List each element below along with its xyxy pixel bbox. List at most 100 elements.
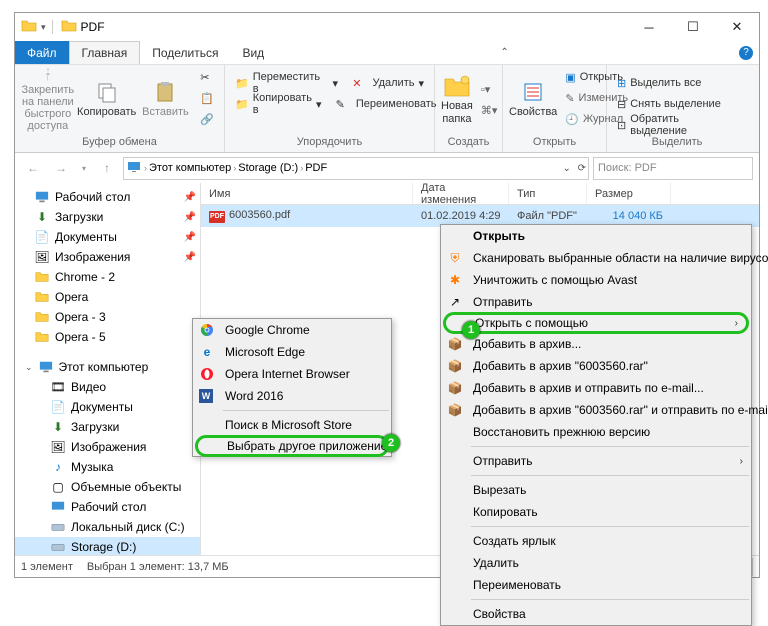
col-type[interactable]: Тип: [509, 183, 587, 204]
crumb-folder[interactable]: PDF: [305, 162, 327, 174]
invert-selection-button[interactable]: ⊡Обратить выделение: [613, 115, 741, 135]
tab-share[interactable]: Поделиться: [140, 41, 230, 64]
nav-pictures2[interactable]: 🖼Изображения: [15, 437, 200, 457]
titlebar: ▾ PDF ─ ☐ ✕: [15, 13, 759, 41]
file-name: 6003560.pdf: [229, 209, 290, 221]
ctx-send-to[interactable]: Отправить›: [441, 450, 751, 472]
nav-music[interactable]: ♪Музыка: [15, 457, 200, 477]
easy-access-button[interactable]: ⌘▾: [477, 100, 502, 120]
ctx-archive-rar-email[interactable]: 📦Добавить в архив "6003560.rar" и отправ…: [441, 399, 751, 421]
chevron-right-icon: ›: [735, 318, 738, 329]
nav-3d-objects[interactable]: ▢Объемные объекты: [15, 477, 200, 497]
ctx-share[interactable]: ↗Отправить: [441, 291, 751, 313]
nav-videos[interactable]: 🎞Видео: [15, 377, 200, 397]
ctx-open-with[interactable]: Открыть с помощью›: [443, 312, 749, 334]
new-item-button[interactable]: ▫▾: [477, 79, 502, 99]
ctx-avast[interactable]: ✱Уничтожить с помощью Avast: [441, 269, 751, 291]
ctx-opera[interactable]: Opera Internet Browser: [193, 363, 391, 385]
ctx-scan[interactable]: ⛨Сканировать выбранные области на наличи…: [441, 247, 751, 269]
ctx-restore[interactable]: Восстановить прежнюю версию: [441, 421, 751, 443]
nav-downloads[interactable]: ⬇Загрузки📌: [15, 207, 200, 227]
crumb-storage[interactable]: Storage (D:): [238, 162, 298, 174]
copy-to-button[interactable]: 📁Копировать в▾ ✎ Переименовать: [231, 94, 428, 114]
tab-view[interactable]: Вид: [230, 41, 276, 64]
ctx-edge[interactable]: eMicrosoft Edge: [193, 341, 391, 363]
col-name[interactable]: Имя: [201, 183, 413, 204]
nav-chrome2[interactable]: Chrome - 2: [15, 267, 200, 287]
nav-docs2[interactable]: 📄Документы: [15, 397, 200, 417]
nav-opera3[interactable]: Opera - 3: [15, 307, 200, 327]
properties-button[interactable]: Свойства: [509, 67, 557, 132]
select-all-button[interactable]: ⊞Выделить все: [613, 73, 741, 93]
ctx-archive-email[interactable]: 📦Добавить в архив и отправить по e-mail.…: [441, 377, 751, 399]
callout-1: 1: [462, 321, 480, 339]
maximize-button[interactable]: ☐: [671, 13, 715, 41]
ribbon-group-organize: Упорядочить: [231, 136, 428, 150]
ribbon-tabs: Файл Главная Поделиться Вид ⌃ ?: [15, 41, 759, 65]
close-button[interactable]: ✕: [715, 13, 759, 41]
ribbon: Закрепить на панели быстрого доступа Коп…: [15, 65, 759, 153]
ctx-archive-add[interactable]: 📦Добавить в архив...: [441, 333, 751, 355]
address-bar[interactable]: › Этот компьютер › Storage (D:) › PDF ⌄ …: [123, 157, 589, 180]
nav-downloads2[interactable]: ⬇Загрузки: [15, 417, 200, 437]
qat-dropdown[interactable]: ▾: [41, 22, 46, 33]
move-to-button[interactable]: 📁Переместить в▾ ✕ Удалить▾: [231, 73, 428, 93]
copy-button[interactable]: Копировать: [79, 67, 135, 132]
address-dropdown[interactable]: ⌄: [562, 163, 570, 174]
ctx-word[interactable]: WWord 2016: [193, 385, 391, 407]
ctx-properties[interactable]: Свойства: [441, 603, 751, 625]
nav-local-c[interactable]: Локальный диск (C:): [15, 517, 200, 537]
copy-path-button[interactable]: 📋Скопировать путь: [196, 88, 218, 108]
recent-locations-button[interactable]: ▾: [77, 156, 91, 180]
window-title: PDF: [81, 20, 105, 34]
ribbon-collapse[interactable]: ⌃: [494, 41, 514, 64]
ctx-open[interactable]: Открыть: [441, 225, 751, 247]
ctx-shortcut[interactable]: Создать ярлык: [441, 530, 751, 552]
file-size: 14 040 КБ: [587, 210, 671, 222]
nav-opera[interactable]: Opera: [15, 287, 200, 307]
pin-icon: 📌: [184, 192, 196, 203]
nav-desktop[interactable]: Рабочий стол📌: [15, 187, 200, 207]
ribbon-group-open: Открыть: [509, 136, 600, 150]
nav-desktop2[interactable]: Рабочий стол: [15, 497, 200, 517]
address-row: ← → ▾ ↑ › Этот компьютер › Storage (D:) …: [15, 153, 759, 183]
ctx-rename[interactable]: Переименовать: [441, 574, 751, 596]
ctx-archive-rar[interactable]: 📦Добавить в архив "6003560.rar": [441, 355, 751, 377]
crumb-pc[interactable]: Этот компьютер: [149, 162, 231, 174]
back-button[interactable]: ←: [21, 156, 45, 180]
deselect-all-button[interactable]: ⊟Снять выделение: [613, 94, 741, 114]
callout-2: 2: [382, 434, 400, 452]
paste-shortcut-button[interactable]: 🔗Вставить ярлык: [196, 109, 218, 129]
file-date: 01.02.2019 4:29: [413, 210, 509, 222]
pin-to-quick-access-button[interactable]: Закрепить на панели быстрого доступа: [21, 67, 75, 132]
nav-storage-d[interactable]: Storage (D:): [15, 537, 200, 555]
context-menu-open-with: Google Chrome eMicrosoft Edge Opera Inte…: [192, 318, 392, 457]
nav-this-pc[interactable]: ⌄Этот компьютер: [15, 357, 200, 377]
new-folder-button[interactable]: Новая папка: [441, 67, 473, 132]
cut-button[interactable]: ✂Вырезать: [196, 67, 218, 87]
ribbon-group-clipboard: Буфер обмена: [21, 136, 218, 150]
up-button[interactable]: ↑: [95, 156, 119, 180]
refresh-button[interactable]: ⟳: [578, 163, 586, 174]
ctx-copy[interactable]: Копировать: [441, 501, 751, 523]
tab-home[interactable]: Главная: [69, 41, 141, 64]
window-icon: [21, 18, 37, 37]
help-icon[interactable]: ?: [739, 46, 753, 60]
nav-documents[interactable]: 📄Документы📌: [15, 227, 200, 247]
ctx-delete[interactable]: Удалить: [441, 552, 751, 574]
ctx-cut[interactable]: Вырезать: [441, 479, 751, 501]
forward-button[interactable]: →: [49, 156, 73, 180]
search-input[interactable]: Поиск: PDF: [593, 157, 753, 180]
ctx-other-app[interactable]: Выбрать другое приложение: [195, 435, 389, 457]
minimize-button[interactable]: ─: [627, 13, 671, 41]
navigation-pane: Рабочий стол📌 ⬇Загрузки📌 📄Документы📌 🖼Из…: [15, 183, 201, 555]
col-date[interactable]: Дата изменения: [413, 183, 509, 204]
nav-opera5[interactable]: Opera - 5: [15, 327, 200, 347]
nav-pictures[interactable]: 🖼Изображения📌: [15, 247, 200, 267]
tab-file[interactable]: Файл: [15, 41, 69, 64]
paste-button[interactable]: Вставить: [139, 67, 193, 132]
ctx-store[interactable]: Поиск в Microsoft Store: [193, 414, 391, 436]
col-size[interactable]: Размер: [587, 183, 671, 204]
ctx-chrome[interactable]: Google Chrome: [193, 319, 391, 341]
ribbon-group-select: Выделить: [613, 136, 741, 150]
